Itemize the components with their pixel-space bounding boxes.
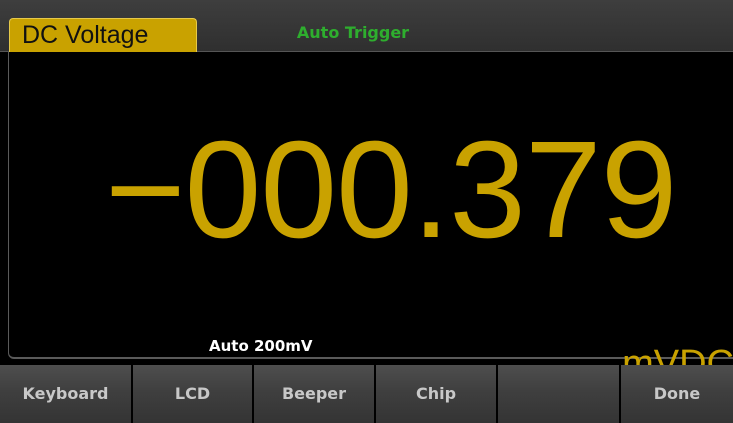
chip-softkey[interactable]: Chip (376, 365, 498, 423)
multimeter-screen: DC Voltage Auto Trigger −000.379 Auto 20… (0, 0, 733, 423)
range-indicator: Auto 200mV (209, 337, 313, 355)
main-reading: −000.379 (105, 113, 677, 267)
lcd-softkey[interactable]: LCD (133, 365, 254, 423)
trigger-status: Auto Trigger (296, 23, 410, 42)
blank-softkey[interactable] (498, 365, 621, 423)
measurement-panel: −000.379 Auto 200mV mVDC (8, 52, 733, 385)
done-softkey[interactable]: Done (621, 365, 733, 423)
keyboard-softkey[interactable]: Keyboard (0, 365, 133, 423)
status-bar: DC Voltage Auto Trigger (0, 0, 733, 52)
softkey-bar: Keyboard LCD Beeper Chip Done (0, 365, 733, 423)
measurement-mode-tab: DC Voltage (9, 18, 197, 52)
beeper-softkey[interactable]: Beeper (254, 365, 376, 423)
